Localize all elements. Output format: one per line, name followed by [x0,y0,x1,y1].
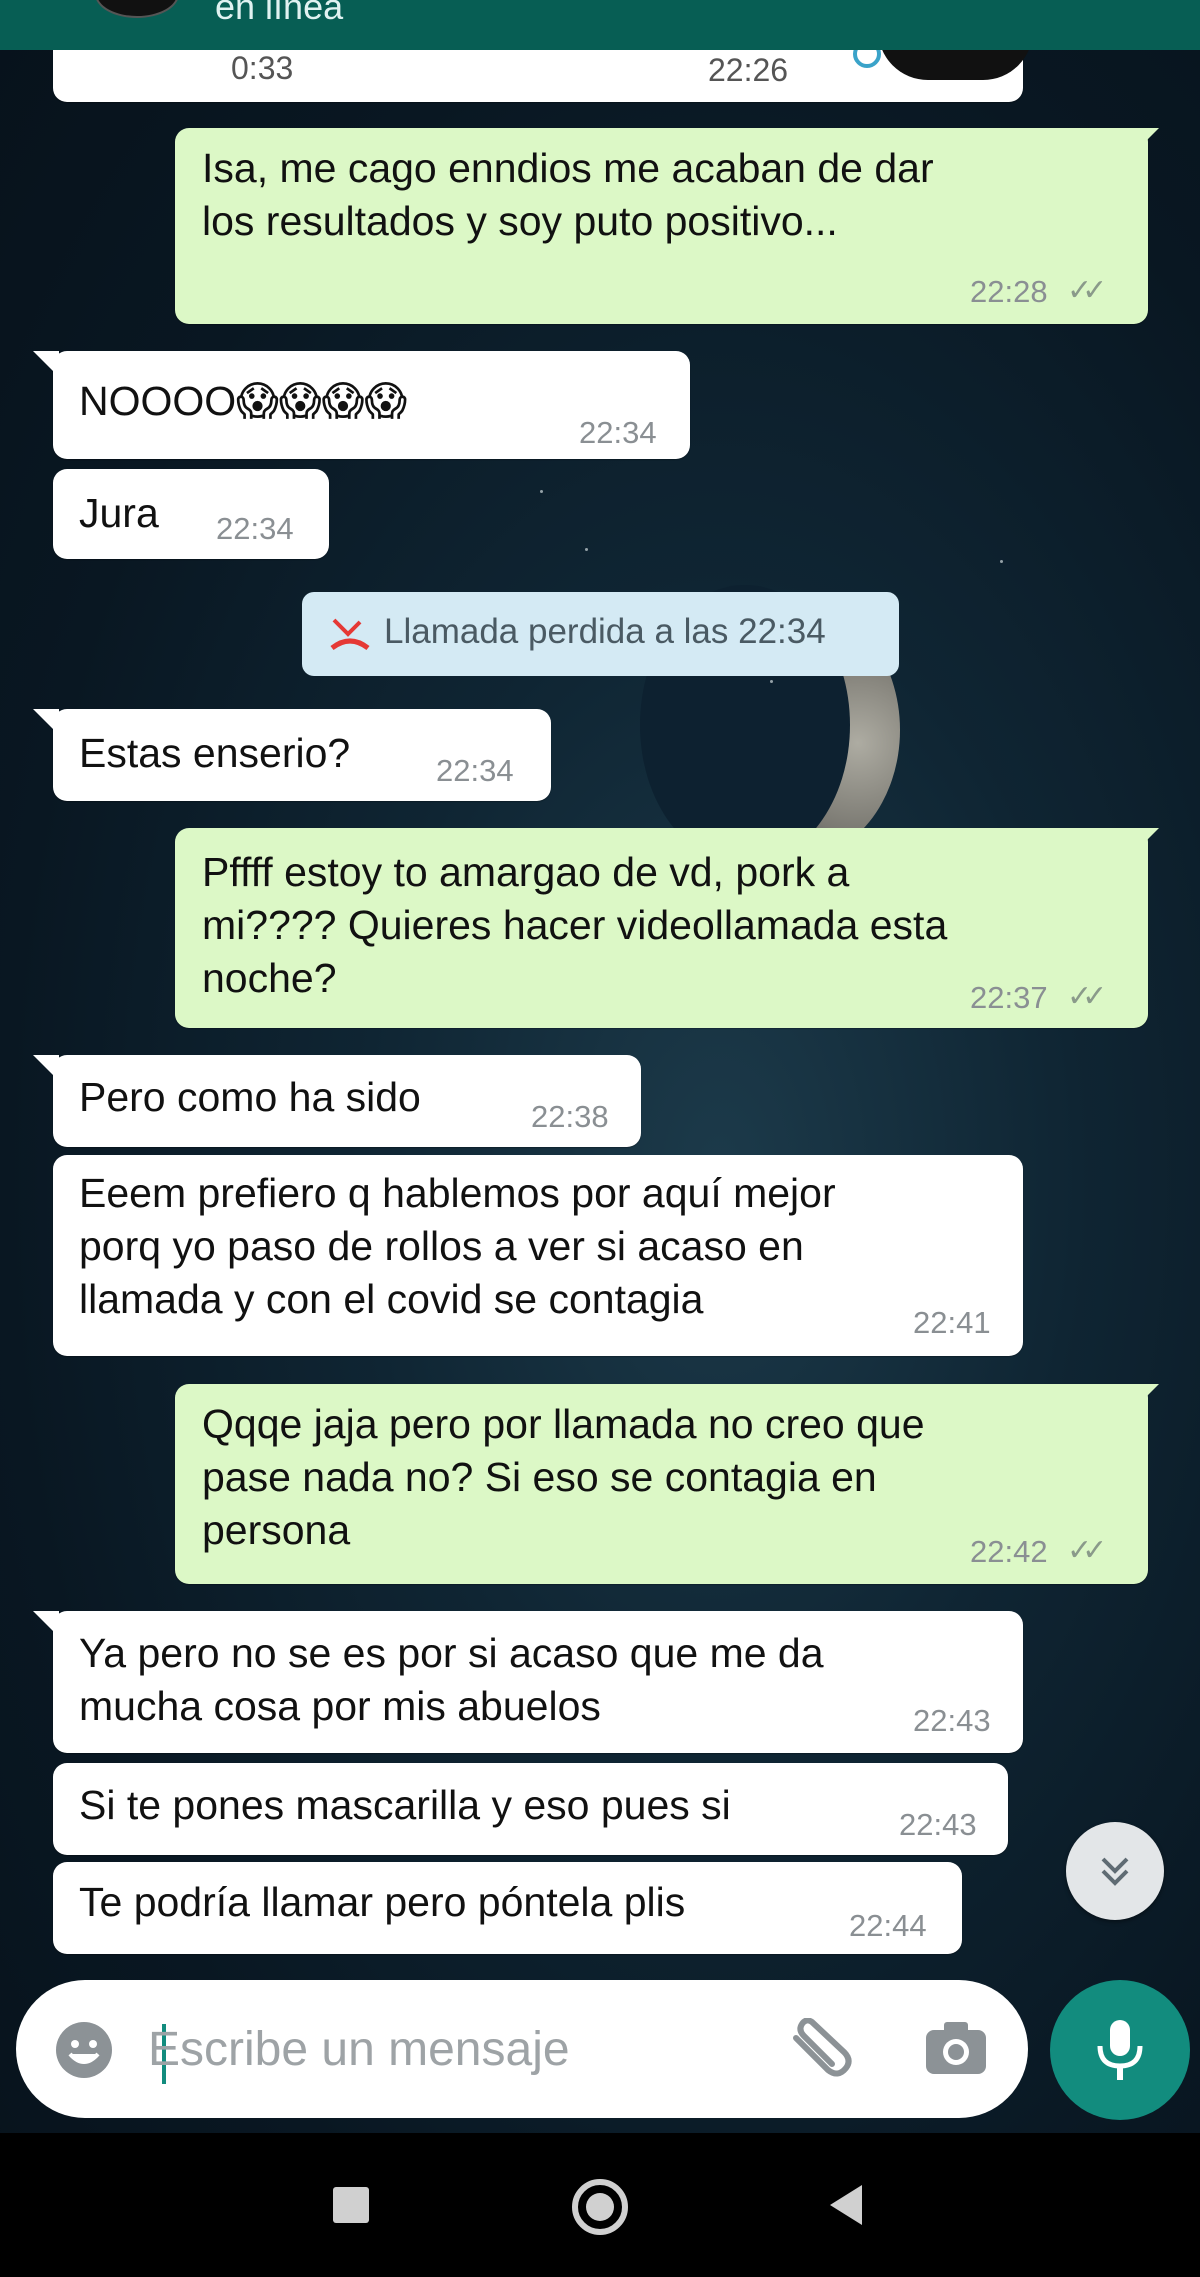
contact-avatar[interactable] [95,0,179,18]
star [1000,560,1003,563]
bubble-tail [33,1055,59,1081]
message-time: 22:34 [436,753,514,788]
message-time: 22:43 [899,1807,977,1842]
message-text: Eeem prefiero q hablemos por aquí mejor … [79,1170,836,1322]
paperclip-icon[interactable] [786,2018,856,2082]
message-outgoing[interactable]: Pffff estoy to amargao de vd, pork a mi?… [175,828,1159,1028]
message-outgoing[interactable]: Isa, me cago enndios me acaban de dar lo… [175,128,1159,324]
audio-duration: 0:33 [231,50,294,86]
chat-header[interactable]: en línea [0,0,1200,50]
message-time: 22:41 [913,1305,991,1340]
message-time: 22:44 [849,1908,927,1943]
mic-button[interactable] [1050,1980,1190,2120]
square-icon[interactable] [333,2187,369,2223]
message-text: Te podría llamar pero póntela plis [79,1879,686,1925]
circle-icon[interactable] [572,2179,628,2235]
message-incoming[interactable]: Si te pones mascarilla y eso pues si 22:… [53,1763,1008,1855]
message-incoming[interactable]: Te podría llamar pero póntela plis 22:44 [53,1862,962,1954]
message-text: Pero como ha sido [79,1074,421,1120]
camera-icon[interactable] [924,2018,988,2078]
message-incoming[interactable]: Eeem prefiero q hablemos por aquí mejor … [53,1155,1023,1356]
star [585,548,588,551]
bubble-tail [33,351,59,377]
message-time: 22:34 [216,511,294,546]
message-time: 22:37 [970,980,1048,1015]
missed-call-icon [330,618,370,651]
message-text: Estas enserio? [79,730,351,776]
message-text: Qqqe jaja pero por llamada no creo que p… [202,1401,925,1553]
scroll-to-bottom-button[interactable] [1066,1822,1164,1920]
bubble-tail [33,1611,59,1637]
message-time: 22:34 [579,415,657,450]
message-incoming[interactable]: Jura 22:34 [53,469,329,559]
message-text: Si te pones mascarilla y eso pues si [79,1782,731,1828]
message-time: 22:43 [913,1703,991,1738]
message-time: 22:26 [708,52,789,88]
message-input[interactable] [146,2010,770,2088]
mic-icon [1097,2020,1143,2080]
bubble-tail [33,709,59,735]
bubble-tail [1133,1384,1159,1410]
message-time: 22:28 [970,274,1048,309]
message-composer[interactable] [16,1980,1028,2118]
message-text: Pffff estoy to amargao de vd, pork a mi?… [202,849,948,1001]
triangle-back-icon[interactable] [826,2183,866,2227]
bubble-tail [1133,128,1159,154]
message-incoming[interactable]: NOOOO😱😱😱😱 22:34 [33,351,690,459]
message-outgoing[interactable]: Qqqe jaja pero por llamada no creo que p… [175,1384,1159,1584]
star [540,490,543,493]
message-incoming[interactable]: Ya pero no se es por si acaso que me da … [33,1611,1023,1753]
read-ticks-icon: ✓✓ [1067,980,1107,1013]
emoji-icon[interactable] [52,2018,116,2082]
message-text: Ya pero no se es por si acaso que me da … [79,1630,824,1729]
missed-call-text: Llamada perdida a las 22:34 [384,612,826,651]
contact-status: en línea [215,0,344,27]
message-text: NOOOO😱😱😱😱 [79,378,408,424]
message-time: 22:42 [970,1534,1048,1569]
chevron-double-down-icon [1101,1857,1129,1886]
bubble-tail [1133,828,1159,854]
system-navigation-bar [0,2133,1200,2277]
message-time: 22:38 [531,1099,609,1134]
missed-call-notice[interactable]: Llamada perdida a las 22:34 [302,592,899,676]
star [770,680,773,683]
message-text: Jura [79,490,159,536]
message-text: Isa, me cago enndios me acaban de dar lo… [202,145,934,244]
read-ticks-icon: ✓✓ [1067,1534,1107,1567]
message-incoming[interactable]: Estas enserio? 22:34 [33,709,551,801]
read-ticks-icon: ✓✓ [1067,274,1107,307]
message-incoming[interactable]: Pero como ha sido 22:38 [33,1055,641,1147]
